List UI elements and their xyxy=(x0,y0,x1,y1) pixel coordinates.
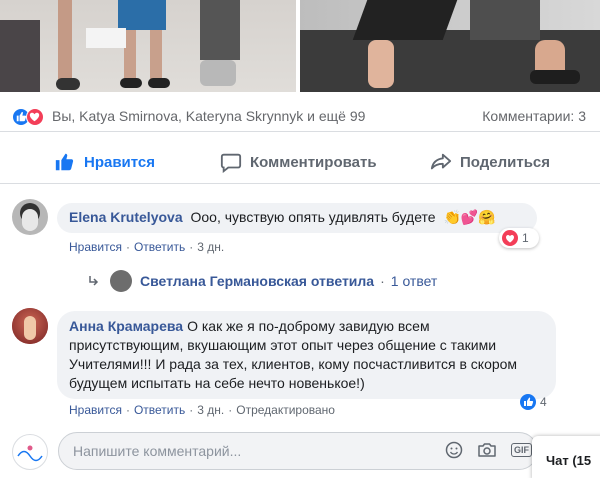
share-button-label: Поделиться xyxy=(460,153,551,171)
like-button-label: Нравится xyxy=(84,153,156,171)
reaction-count: 4 xyxy=(540,395,547,409)
love-reaction-icon xyxy=(26,108,44,126)
comment-avatar-elena[interactable] xyxy=(12,199,48,235)
reaction-icons[interactable] xyxy=(12,108,48,126)
comment-avatar-anna[interactable] xyxy=(12,308,48,344)
comment-reaction-badge[interactable]: 1 xyxy=(499,228,539,248)
comment-button-label: Комментировать xyxy=(250,153,377,171)
post-action-bar: Нравится Комментировать Поделиться xyxy=(0,140,600,184)
chat-tab[interactable]: Чат (15 xyxy=(532,436,600,478)
reply-arrow-icon xyxy=(89,276,99,286)
composer-tools: GIF xyxy=(445,441,546,459)
like-button[interactable]: Нравится xyxy=(54,150,155,174)
comment-bubble: Elena Krutelyova Ооо, чувствую опять уди… xyxy=(57,203,537,233)
like-icon xyxy=(520,394,536,410)
reaction-names[interactable]: Вы, Katya Smirnova, Kateryna Skrynnyk и … xyxy=(52,108,365,124)
emoji-icon[interactable] xyxy=(445,441,463,459)
comment-time[interactable]: 3 дн. xyxy=(197,240,224,254)
comment-time[interactable]: 3 дн. xyxy=(197,403,224,417)
reactions-summary: Вы, Katya Smirnova, Kateryna Skrynnyk и … xyxy=(0,100,600,132)
comment-author[interactable]: Elena Krutelyova xyxy=(69,209,183,225)
comment-like-link[interactable]: Нравится xyxy=(69,240,122,254)
post-photo-right[interactable] xyxy=(300,0,600,92)
reply-count: 1 ответ xyxy=(390,273,438,289)
comment-reply-link[interactable]: Ответить xyxy=(134,240,185,254)
gif-icon[interactable]: GIF xyxy=(511,443,532,457)
reply-thread-text: Светлана Германовская ответила xyxy=(140,273,375,289)
comment-bubble: Анна Крамарева О как же я по-доброму зави… xyxy=(57,311,556,399)
share-arrow-icon xyxy=(430,153,452,170)
comment-edited[interactable]: Отредактировано xyxy=(236,403,335,417)
comment-button[interactable]: Комментировать xyxy=(220,150,377,174)
comment-reaction-badge[interactable]: 4 xyxy=(520,392,556,412)
comment-text: Ооо, чувствую опять удивлять будете xyxy=(190,209,436,225)
comment-meta: Нравится · Ответить · 3 дн. xyxy=(69,240,225,254)
comment-author[interactable]: Анна Крамарева xyxy=(69,318,183,334)
heart-icon xyxy=(502,230,518,246)
post-photos xyxy=(0,0,600,92)
thumbs-up-icon xyxy=(55,153,74,171)
post-photo-left[interactable] xyxy=(0,0,296,92)
reply-thread-link[interactable]: Светлана Германовская ответила · 1 ответ xyxy=(88,270,437,292)
comments-count-link[interactable]: Комментарии: 3 xyxy=(482,108,586,124)
reply-avatar xyxy=(110,270,132,292)
share-button[interactable]: Поделиться xyxy=(430,150,550,174)
comment-emoji: 👏💕🤗 xyxy=(443,209,496,225)
camera-icon[interactable] xyxy=(477,441,497,459)
comment-like-link[interactable]: Нравится xyxy=(69,403,122,417)
comment-meta: Нравится · Ответить · 3 дн. · Отредактировано xyxy=(69,403,335,417)
reaction-count: 1 xyxy=(522,231,529,245)
comment-reply-link[interactable]: Ответить xyxy=(134,403,185,417)
current-user-avatar[interactable] xyxy=(12,434,48,470)
comment-bubble-icon xyxy=(220,153,242,173)
